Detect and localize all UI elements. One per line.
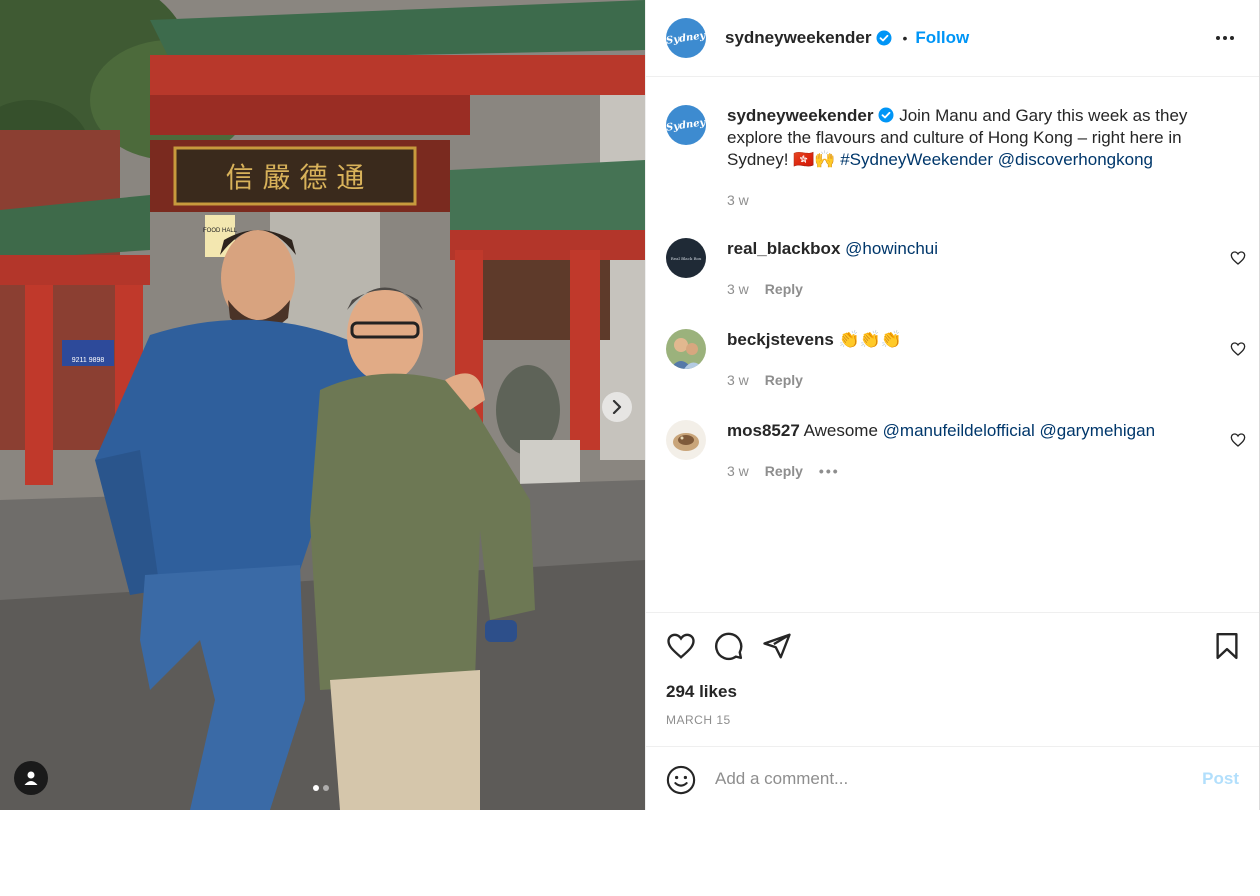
reply-button[interactable]: Reply — [765, 372, 803, 388]
caption-avatar-text: Sydney — [666, 116, 706, 134]
phone-sign: 9211 9898 — [72, 357, 105, 364]
photo-scene: 信 嚴 德 通 FOOD HALL 9211 9898 — [0, 0, 645, 810]
author-username[interactable]: sydneyweekender — [725, 28, 871, 48]
caption-avatar[interactable]: Sydney — [666, 105, 706, 145]
comment-time[interactable]: 3 w — [727, 281, 749, 297]
comment-item: beckjstevens 👏👏👏 3 w Reply — [666, 329, 1246, 399]
comment-text: Awesome — [803, 421, 878, 440]
comment-body: mos8527 Awesome @manufeildelofficial @ga… — [727, 420, 1207, 442]
comment-meta: 3 w Reply ••• — [727, 463, 840, 479]
comment-meta: 3 w Reply — [727, 372, 803, 388]
post-modal: 信 嚴 德 通 FOOD HALL 9211 9898 Sydney sydne… — [0, 0, 1260, 810]
post-header: Sydney sydneyweekender • Follow — [646, 0, 1259, 77]
comments-list: Sydney sydneyweekender Join Manu and Gar… — [646, 78, 1259, 612]
caption: Sydney sydneyweekender Join Manu and Gar… — [666, 105, 1246, 215]
post-side-panel: Sydney sydneyweekender • Follow Sydney s… — [645, 0, 1260, 810]
reply-button[interactable]: Reply — [765, 281, 803, 297]
comment-avatar[interactable] — [666, 420, 706, 460]
carousel-dot — [323, 785, 329, 791]
comment-input[interactable] — [715, 765, 1185, 793]
comment-options-button[interactable]: ••• — [819, 463, 840, 479]
comment-avatar-photo — [666, 420, 706, 460]
caption-hashtag[interactable]: #SydneyWeekender — [840, 150, 993, 169]
author-avatar-text: Sydney — [665, 29, 707, 47]
comment-username[interactable]: real_blackbox — [727, 239, 840, 258]
comment-avatar-photo — [666, 329, 706, 369]
follow-button[interactable]: Follow — [915, 28, 969, 48]
heart-icon[interactable] — [666, 631, 696, 661]
emoji-icon[interactable] — [666, 765, 696, 795]
reply-button[interactable]: Reply — [765, 463, 803, 479]
gate-sign-text: 信 嚴 德 通 — [226, 161, 365, 194]
comment-item: mos8527 Awesome @manufeildelofficial @ga… — [666, 420, 1246, 490]
caption-time[interactable]: 3 w — [727, 192, 749, 208]
comment-time[interactable]: 3 w — [727, 463, 749, 479]
comment-mention[interactable]: @manufeildelofficial — [883, 421, 1035, 440]
comment-time[interactable]: 3 w — [727, 372, 749, 388]
post-actions: 294 likes MARCH 15 — [646, 612, 1259, 746]
comment-like-heart-icon[interactable] — [1230, 250, 1246, 266]
comment-body: real_blackbox @howinchui — [727, 238, 1207, 260]
user-tag-icon — [24, 771, 38, 785]
author-avatar[interactable]: Sydney — [666, 18, 706, 58]
caption-mention[interactable]: @discoverhongkong — [998, 150, 1153, 169]
save-icon[interactable] — [1212, 631, 1242, 661]
comment-mention[interactable]: @garymehigan — [1039, 421, 1155, 440]
comment-avatar[interactable]: Real Black Box — [666, 238, 706, 278]
comment-like-heart-icon[interactable] — [1230, 341, 1246, 357]
verified-icon — [876, 30, 892, 46]
post-photo[interactable]: 信 嚴 德 通 FOOD HALL 9211 9898 — [0, 0, 645, 810]
comment-like-heart-icon[interactable] — [1230, 432, 1246, 448]
carousel-dot — [313, 785, 319, 791]
caption-meta: 3 w — [727, 192, 749, 208]
share-icon[interactable] — [762, 631, 792, 661]
comment-item: Real Black Box real_blackbox @howinchui … — [666, 238, 1246, 308]
comment-avatar[interactable] — [666, 329, 706, 369]
comment-body: beckjstevens 👏👏👏 — [727, 329, 1207, 351]
tagged-users-button[interactable] — [14, 761, 48, 795]
likes-count[interactable]: 294 likes — [666, 682, 737, 702]
comment-icon[interactable] — [714, 631, 744, 661]
comment-meta: 3 w Reply — [727, 281, 803, 297]
post-date[interactable]: MARCH 15 — [666, 713, 731, 727]
comment-avatar-text: Real Black Box — [670, 255, 702, 261]
caption-body: sydneyweekender Join Manu and Gary this … — [727, 105, 1207, 171]
comment-composer: Post — [646, 746, 1259, 810]
comment-username[interactable]: mos8527 — [727, 421, 800, 440]
comment-text: 👏👏👏 — [838, 330, 903, 349]
carousel-next-button[interactable] — [602, 392, 632, 422]
carousel-indicator — [313, 785, 329, 791]
post-comment-button[interactable]: Post — [1202, 769, 1239, 789]
caption-username[interactable]: sydneyweekender — [727, 106, 873, 125]
header-separator: • — [902, 30, 908, 46]
chevron-right-icon — [612, 400, 622, 414]
more-icon[interactable] — [1215, 28, 1235, 48]
verified-icon — [878, 107, 894, 123]
comment-username[interactable]: beckjstevens — [727, 330, 834, 349]
comment-mention[interactable]: @howinchui — [845, 239, 938, 258]
food-hall-sign: FOOD HALL — [203, 228, 238, 234]
